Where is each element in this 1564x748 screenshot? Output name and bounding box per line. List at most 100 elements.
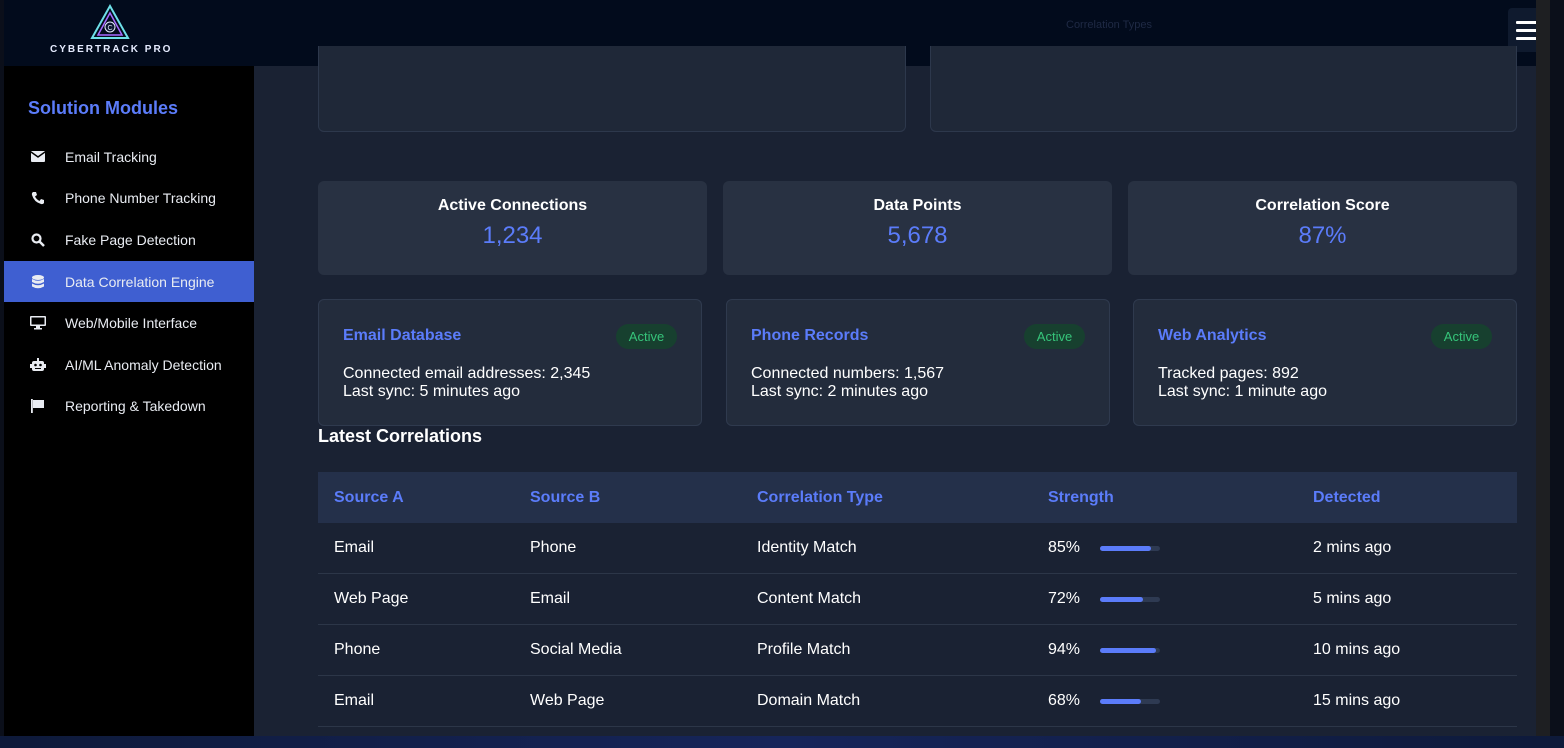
- flag-icon: [30, 398, 46, 414]
- cell-source-b: Phone: [530, 539, 577, 556]
- search-icon: [30, 232, 46, 248]
- stat-value: 5,678: [887, 222, 948, 249]
- stat-label: Active Connections: [437, 197, 588, 214]
- cell-strength: 68%: [1032, 692, 1297, 710]
- brand-name: CYBERTRACK PRO: [50, 44, 173, 55]
- sidebar: Solution Modules Email Tracking Phone Nu…: [4, 66, 254, 736]
- chart-panel-right: [930, 46, 1517, 132]
- sidebar-item-email-tracking[interactable]: Email Tracking: [4, 136, 254, 178]
- source-card-web-analytics[interactable]: Web Analytics Active Tracked pages: 892 …: [1133, 299, 1517, 426]
- column-header[interactable]: Strength: [1032, 489, 1297, 507]
- correlations-table: Source A Source B Correlation Type Stren…: [318, 472, 1517, 727]
- column-header[interactable]: Source A: [318, 489, 514, 507]
- stat-card-data-points: Data Points 5,678: [723, 181, 1112, 275]
- strength-bar-fill: [1100, 545, 1152, 551]
- source-sync: Last sync: 2 minutes ago: [751, 383, 928, 400]
- stat-card-correlation-score: Correlation Score 87%: [1128, 181, 1517, 275]
- column-header[interactable]: Source B: [514, 489, 741, 507]
- vertical-scrollbar[interactable]: [1536, 0, 1550, 736]
- table-row[interactable]: Email Phone Identity Match 85% 2 mins ag…: [318, 523, 1517, 574]
- cell-strength: 72%: [1032, 590, 1297, 608]
- cell-source-a: Phone: [334, 641, 381, 658]
- source-title: Web Analytics: [1158, 327, 1267, 344]
- cell-detected: 5 mins ago: [1313, 590, 1392, 607]
- table-row[interactable]: Email Web Page Domain Match 68% 15 mins …: [318, 676, 1517, 727]
- source-card-phone-records[interactable]: Phone Records Active Connected numbers: …: [726, 299, 1110, 426]
- strength-bar: [1100, 596, 1161, 602]
- sidebar-nav: Email Tracking Phone Number Tracking Fak…: [4, 136, 254, 427]
- source-card-email-database[interactable]: Email Database Active Connected email ad…: [318, 299, 702, 426]
- cell-detected: 10 mins ago: [1313, 641, 1401, 658]
- status-badge: Active: [616, 324, 677, 349]
- os-taskbar: [0, 736, 1564, 748]
- robot-icon: [30, 357, 46, 373]
- strength-value: 85%: [1048, 539, 1081, 556]
- logo-icon: C: [90, 4, 130, 39]
- sidebar-item-ai-ml-anomaly-detection[interactable]: AI/ML Anomaly Detection: [4, 344, 254, 386]
- strength-bar: [1100, 698, 1161, 704]
- section-title: Latest Correlations: [318, 426, 483, 446]
- table-row[interactable]: Web Page Email Content Match 72% 5 mins …: [318, 574, 1517, 625]
- sidebar-title: Solution Modules: [28, 98, 178, 118]
- cell-detected: 2 mins ago: [1313, 539, 1392, 556]
- chart-panel-left: [318, 46, 906, 132]
- cell-strength: 94%: [1032, 641, 1297, 659]
- database-icon: [30, 274, 46, 290]
- column-header[interactable]: Correlation Type: [741, 489, 1032, 507]
- app-window: C CYBERTRACK PRO Correlation Types Solut…: [4, 0, 1550, 736]
- sidebar-item-label: Email Tracking: [65, 148, 157, 165]
- sidebar-item-label: Phone Number Tracking: [65, 190, 216, 207]
- sidebar-item-fake-page-detection[interactable]: Fake Page Detection: [4, 219, 254, 261]
- cell-correlation-type: Profile Match: [757, 641, 851, 658]
- sidebar-item-label: Fake Page Detection: [65, 231, 196, 248]
- sidebar-item-label: AI/ML Anomaly Detection: [65, 356, 222, 373]
- stat-label: Data Points: [873, 197, 962, 214]
- stat-label: Correlation Score: [1255, 197, 1390, 214]
- sidebar-item-reporting-takedown[interactable]: Reporting & Takedown: [4, 386, 254, 428]
- source-sync: Last sync: 1 minute ago: [1158, 383, 1327, 400]
- source-sync: Last sync: 5 minutes ago: [343, 383, 520, 400]
- table-row[interactable]: Phone Social Media Profile Match 94% 10 …: [318, 625, 1517, 676]
- source-detail: Connected email addresses: 2,345: [343, 365, 591, 382]
- faded-chart-label: Correlation Types: [1066, 19, 1153, 31]
- strength-value: 94%: [1048, 641, 1081, 658]
- sidebar-item-web-mobile-interface[interactable]: Web/Mobile Interface: [4, 302, 254, 344]
- cell-correlation-type: Identity Match: [757, 539, 857, 556]
- source-title: Phone Records: [751, 327, 869, 344]
- cell-source-b: Email: [530, 590, 571, 607]
- source-title: Email Database: [343, 327, 462, 344]
- strength-value: 72%: [1048, 590, 1081, 607]
- cell-correlation-type: Content Match: [757, 590, 862, 607]
- svg-text:C: C: [107, 25, 112, 32]
- main-content: Active Connections 1,234 Data Points 5,6…: [286, 46, 1550, 736]
- strength-bar-fill: [1100, 596, 1144, 602]
- cell-strength: 85%: [1032, 539, 1297, 557]
- cell-source-b: Social Media: [530, 641, 622, 658]
- cell-correlation-type: Domain Match: [757, 692, 861, 709]
- column-header[interactable]: Detected: [1297, 489, 1517, 507]
- cell-detected: 15 mins ago: [1313, 692, 1401, 709]
- strength-bar-fill: [1100, 698, 1141, 704]
- cell-source-a: Email: [334, 692, 375, 709]
- status-badge: Active: [1024, 324, 1085, 349]
- sidebar-item-label: Reporting & Takedown: [65, 398, 206, 415]
- logo[interactable]: C CYBERTRACK PRO: [4, 0, 214, 66]
- sidebar-item-data-correlation-engine[interactable]: Data Correlation Engine: [4, 260, 254, 303]
- sidebar-item-phone-tracking[interactable]: Phone Number Tracking: [4, 178, 254, 220]
- stat-value: 1,234: [482, 222, 543, 249]
- sidebar-item-label: Web/Mobile Interface: [65, 315, 198, 332]
- phone-icon: [30, 190, 46, 206]
- status-badge: Active: [1431, 324, 1492, 349]
- sidebar-item-label: Data Correlation Engine: [65, 273, 215, 290]
- source-detail: Connected numbers: 1,567: [751, 365, 945, 382]
- stat-value: 87%: [1298, 222, 1347, 249]
- strength-value: 68%: [1048, 692, 1081, 709]
- stat-card-active-connections: Active Connections 1,234: [318, 181, 707, 275]
- source-detail: Tracked pages: 892: [1158, 365, 1299, 382]
- envelope-icon: [30, 149, 46, 165]
- cell-source-b: Web Page: [530, 692, 605, 709]
- strength-bar-fill: [1100, 647, 1157, 653]
- strength-bar: [1100, 545, 1161, 551]
- cell-source-a: Web Page: [334, 590, 409, 607]
- desktop-icon: [30, 315, 46, 331]
